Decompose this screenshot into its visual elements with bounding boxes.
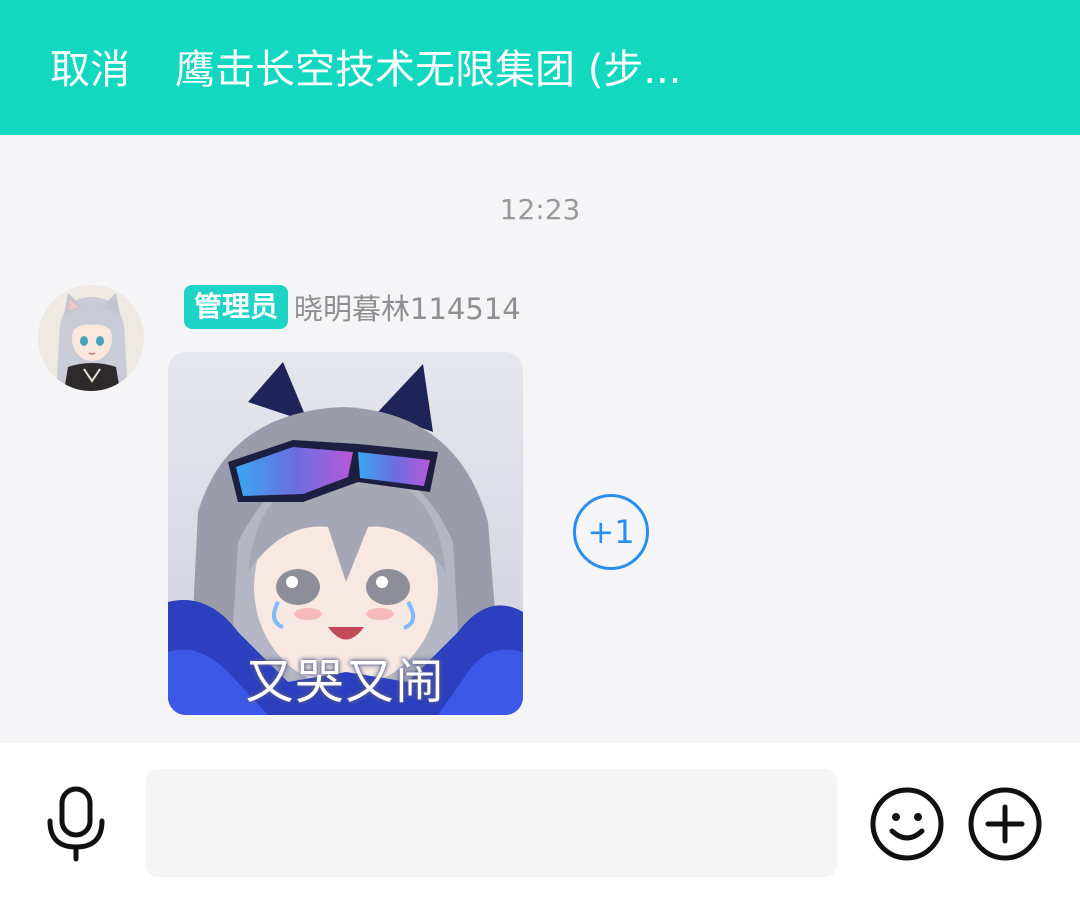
emoji-icon[interactable] bbox=[868, 785, 946, 863]
sticker-caption: 又哭又闹 bbox=[245, 654, 446, 710]
sender-avatar[interactable] bbox=[38, 285, 144, 391]
sender-name[interactable]: 晓明暮林114514 bbox=[294, 286, 521, 328]
message-timestamp: 12:23 bbox=[499, 193, 581, 226]
cancel-button[interactable]: 取消 bbox=[50, 40, 130, 100]
chat-area[interactable]: 12:23 管理员 晓明暮林114514 又哭又闹 +1 bbox=[0, 135, 1080, 743]
avatar-image bbox=[38, 285, 144, 391]
plus-one-button[interactable]: +1 bbox=[573, 494, 649, 570]
microphone-icon[interactable] bbox=[40, 783, 112, 863]
top-bar: 取消 鹰击长空技术无限集团 (步... bbox=[0, 0, 1080, 135]
input-bar bbox=[0, 743, 1080, 904]
chat-title: 鹰击长空技术无限集团 (步... bbox=[175, 47, 682, 93]
message-input[interactable] bbox=[146, 769, 837, 877]
admin-badge: 管理员 bbox=[184, 285, 289, 329]
sticker-message[interactable]: 又哭又闹 bbox=[168, 352, 523, 715]
sender-info: 管理员 晓明暮林114514 bbox=[184, 285, 521, 329]
plus-icon[interactable] bbox=[966, 785, 1044, 863]
